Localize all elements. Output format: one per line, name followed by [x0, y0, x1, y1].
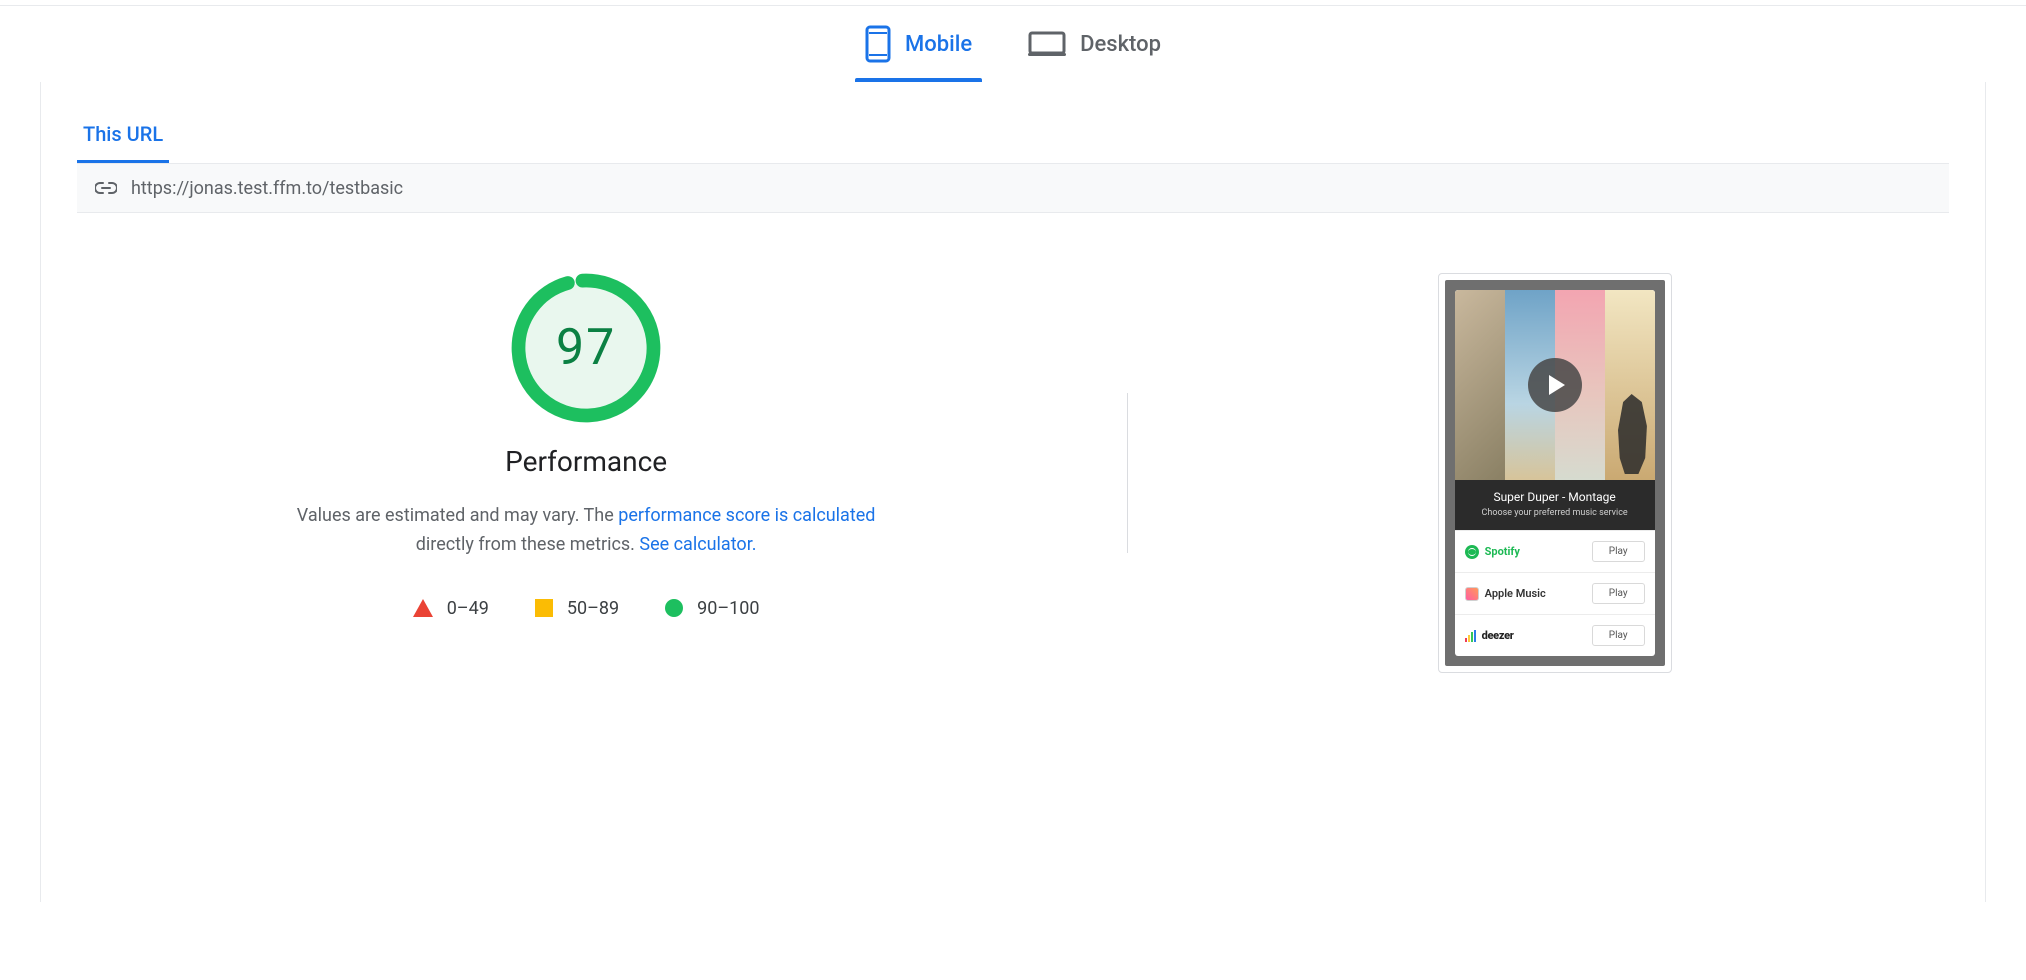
tab-mobile-label: Mobile [905, 32, 972, 57]
service-row-deezer: deezer Play [1455, 614, 1655, 656]
page-screenshot: Super Duper - Montage Choose your prefer… [1438, 273, 1672, 673]
performance-gauge: 97 [511, 273, 661, 423]
service-name: Spotify [1485, 545, 1520, 558]
legend-mid-label: 50–89 [567, 598, 619, 619]
service-play-button: Play [1592, 541, 1645, 562]
tab-mobile[interactable]: Mobile [861, 6, 976, 82]
deezer-icon [1465, 630, 1476, 642]
legend-low-label: 0–49 [447, 598, 489, 619]
link-see-calculator[interactable]: See calculator. [639, 534, 756, 555]
legend-high: 90–100 [665, 598, 759, 619]
performance-description: Values are estimated and may vary. The p… [286, 502, 886, 560]
link-icon [95, 182, 117, 194]
service-name: deezer [1482, 629, 1514, 642]
legend-mid: 50–89 [535, 598, 619, 619]
device-tabs: Mobile Desktop [0, 6, 2026, 82]
score-legend: 0–49 50–89 90–100 [413, 598, 760, 619]
sub-tabs: This URL [77, 82, 1949, 163]
square-icon [535, 599, 553, 617]
url-text: https://jonas.test.ffm.to/testbasic [131, 178, 403, 199]
desc-prefix: Values are estimated and may vary. The [297, 505, 618, 526]
url-bar: https://jonas.test.ffm.to/testbasic [77, 163, 1949, 213]
circle-icon [665, 599, 683, 617]
service-play-button: Play [1592, 583, 1645, 604]
legend-high-label: 90–100 [697, 598, 759, 619]
legend-low: 0–49 [413, 598, 489, 619]
preview-track-title: Super Duper - Montage [1461, 490, 1649, 504]
desktop-icon [1028, 30, 1066, 58]
preview-track-header: Super Duper - Montage Choose your prefer… [1455, 480, 1655, 530]
preview-cover [1455, 290, 1655, 480]
report-body: 97 Performance Values are estimated and … [77, 273, 1949, 673]
vertical-divider [1127, 393, 1128, 553]
score-column: 97 Performance Values are estimated and … [85, 273, 1087, 619]
preview-column: Super Duper - Montage Choose your prefer… [1168, 273, 1941, 673]
preview-track-sub: Choose your preferred music service [1461, 508, 1649, 518]
desc-mid: directly from these metrics. [416, 534, 640, 555]
report-frame: This URL https://jonas.test.ffm.to/testb… [40, 82, 1986, 902]
service-row-spotify: Spotify Play [1455, 530, 1655, 572]
mobile-icon [865, 25, 891, 63]
spotify-icon [1465, 545, 1479, 559]
service-play-button: Play [1592, 625, 1645, 646]
tab-desktop[interactable]: Desktop [1024, 6, 1165, 82]
tab-desktop-label: Desktop [1080, 32, 1161, 57]
performance-score-value: 97 [511, 273, 661, 423]
triangle-icon [413, 599, 433, 617]
subtab-this-url[interactable]: This URL [77, 122, 169, 163]
performance-title: Performance [505, 445, 667, 478]
service-row-apple: Apple Music Play [1455, 572, 1655, 614]
service-name: Apple Music [1485, 587, 1546, 600]
link-score-calculated[interactable]: performance score is calculated [618, 505, 875, 526]
apple-music-icon [1465, 587, 1479, 601]
